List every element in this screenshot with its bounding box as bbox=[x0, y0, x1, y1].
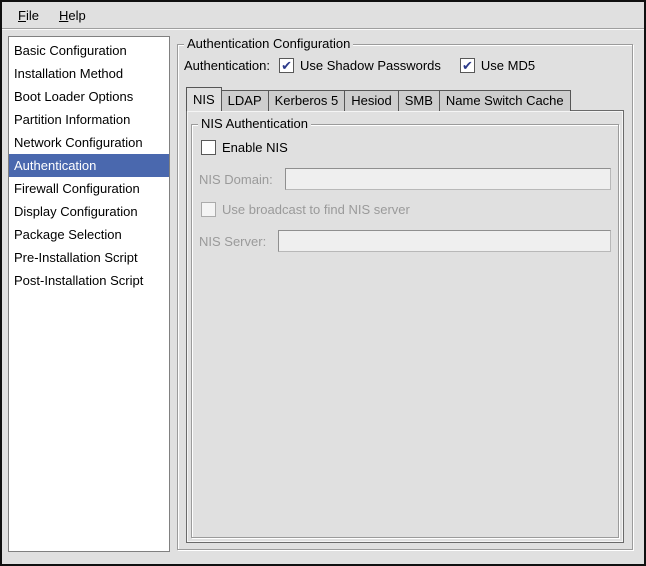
sidebar-item-authentication[interactable]: Authentication bbox=[9, 154, 169, 177]
frame-title: Authentication Configuration bbox=[184, 36, 353, 52]
config-section-list: Basic Configuration Installation Method … bbox=[8, 36, 170, 552]
enable-nis-label: Enable NIS bbox=[222, 140, 288, 155]
tab-smb[interactable]: SMB bbox=[398, 90, 440, 111]
checkmark-icon: ✔ bbox=[462, 59, 473, 72]
tab-hesiod[interactable]: Hesiod bbox=[344, 90, 398, 111]
nis-server-label: NIS Server: bbox=[199, 234, 266, 249]
authentication-options-row: Authentication: ✔ Use Shadow Passwords ✔… bbox=[184, 55, 628, 75]
use-shadow-passwords-label: Use Shadow Passwords bbox=[300, 58, 441, 73]
tab-name-switch-cache[interactable]: Name Switch Cache bbox=[439, 90, 571, 111]
tab-kerberos-5[interactable]: Kerberos 5 bbox=[268, 90, 346, 111]
checkbox-box bbox=[201, 140, 216, 155]
nis-domain-row: NIS Domain: bbox=[199, 168, 611, 190]
nis-domain-input bbox=[285, 168, 611, 190]
menu-file[interactable]: File bbox=[8, 4, 49, 27]
use-broadcast-label: Use broadcast to find NIS server bbox=[222, 202, 410, 217]
use-md5-checkbox[interactable]: ✔ Use MD5 bbox=[460, 58, 535, 73]
sidebar-item-post-installation-script[interactable]: Post-Installation Script bbox=[9, 269, 169, 292]
menubar: File Help bbox=[2, 2, 644, 29]
sidebar-item-boot-loader-options[interactable]: Boot Loader Options bbox=[9, 85, 169, 108]
sidebar-item-installation-method[interactable]: Installation Method bbox=[9, 62, 169, 85]
sidebar-item-partition-information[interactable]: Partition Information bbox=[9, 108, 169, 131]
authentication-label: Authentication: bbox=[184, 58, 270, 73]
checkbox-box bbox=[201, 202, 216, 217]
tab-nis[interactable]: NIS bbox=[186, 87, 222, 111]
menu-help[interactable]: Help bbox=[49, 4, 96, 27]
use-broadcast-checkbox: Use broadcast to find NIS server bbox=[201, 202, 612, 217]
tab-ldap[interactable]: LDAP bbox=[221, 90, 269, 111]
checkbox-box: ✔ bbox=[460, 58, 475, 73]
nis-tab-page: NIS Authentication Enable NIS NIS Domain… bbox=[186, 110, 624, 543]
nis-server-row: NIS Server: bbox=[199, 230, 611, 252]
tab-bar: NIS LDAP Kerberos 5 Hesiod SMB Name Swit… bbox=[186, 87, 624, 111]
sidebar-item-basic-configuration[interactable]: Basic Configuration bbox=[9, 39, 169, 62]
enable-nis-checkbox[interactable]: Enable NIS bbox=[201, 140, 612, 155]
use-md5-label: Use MD5 bbox=[481, 58, 535, 73]
sidebar-item-firewall-configuration[interactable]: Firewall Configuration bbox=[9, 177, 169, 200]
authentication-configuration-frame: Authentication Configuration Authenticat… bbox=[177, 44, 633, 550]
sidebar-item-pre-installation-script[interactable]: Pre-Installation Script bbox=[9, 246, 169, 269]
checkmark-icon: ✔ bbox=[281, 59, 292, 72]
kickstart-configurator-window: File Help Basic Configuration Installati… bbox=[0, 0, 646, 566]
authentication-notebook: NIS LDAP Kerberos 5 Hesiod SMB Name Swit… bbox=[186, 87, 624, 543]
use-shadow-passwords-checkbox[interactable]: ✔ Use Shadow Passwords bbox=[279, 58, 441, 73]
sidebar-item-display-configuration[interactable]: Display Configuration bbox=[9, 200, 169, 223]
nis-authentication-frame: NIS Authentication Enable NIS NIS Domain… bbox=[191, 124, 619, 538]
sidebar-item-package-selection[interactable]: Package Selection bbox=[9, 223, 169, 246]
sidebar-item-network-configuration[interactable]: Network Configuration bbox=[9, 131, 169, 154]
nis-server-input bbox=[278, 230, 611, 252]
frame-title: NIS Authentication bbox=[198, 116, 311, 132]
nis-domain-label: NIS Domain: bbox=[199, 172, 273, 187]
checkbox-box: ✔ bbox=[279, 58, 294, 73]
